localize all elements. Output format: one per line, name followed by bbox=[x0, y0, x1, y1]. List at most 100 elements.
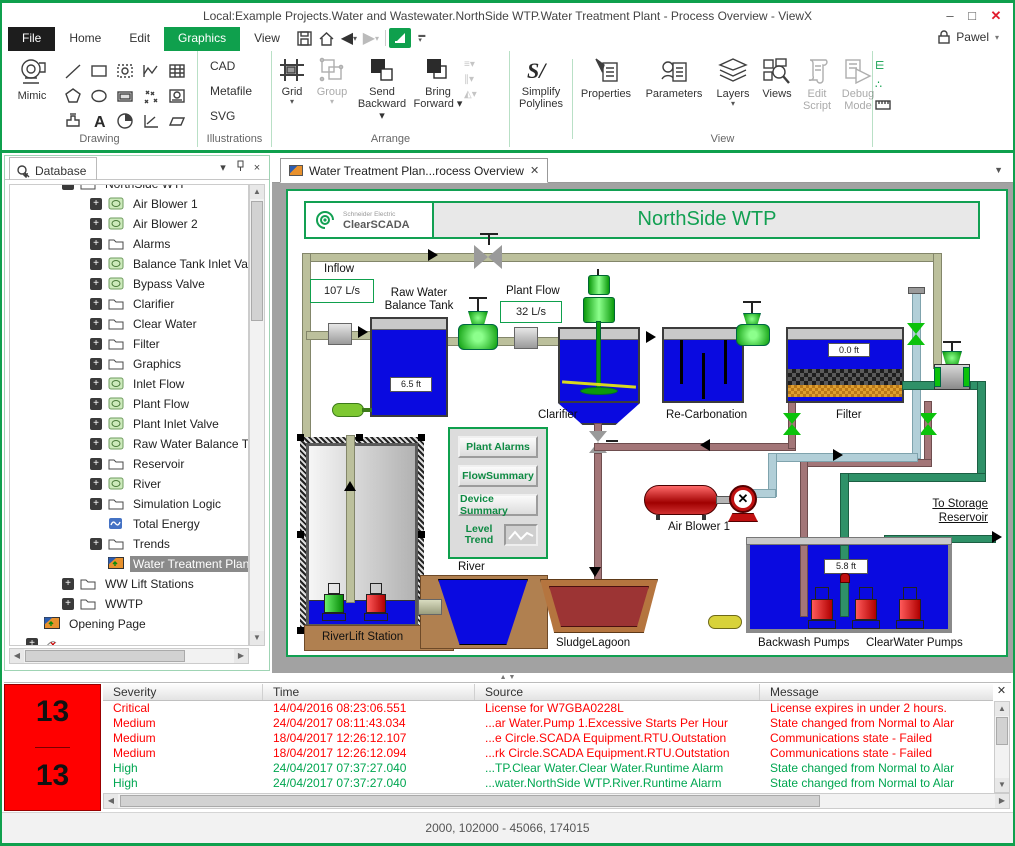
simplify-polylines-button[interactable]: S/ Simplify Polylines bbox=[512, 57, 570, 110]
alarm-row[interactable]: Critical14/04/2016 08:23:06.551License f… bbox=[103, 701, 993, 716]
panel-splitter[interactable]: ▲ ▼ bbox=[2, 673, 1013, 682]
tree-vertical-scrollbar[interactable]: ▲ ▼ bbox=[249, 184, 265, 646]
tree-expander-icon[interactable]: + bbox=[62, 598, 74, 610]
pie-tool-icon[interactable] bbox=[112, 108, 138, 133]
plant-flow-value[interactable]: 32 L/s bbox=[500, 301, 562, 323]
tab-close-icon[interactable]: ✕ bbox=[530, 164, 539, 177]
button-tool-icon[interactable] bbox=[112, 83, 138, 108]
animation-tool-icon[interactable] bbox=[164, 83, 190, 108]
tree-item-simulation-logic[interactable]: +Simulation Logic bbox=[10, 494, 248, 514]
level-trend-label[interactable]: Level Trend bbox=[460, 524, 498, 546]
scatter-tool-icon[interactable] bbox=[138, 83, 164, 108]
air-valve-icon[interactable] bbox=[907, 323, 925, 334]
inflow-value[interactable]: 107 L/s bbox=[310, 279, 374, 303]
tree-item-balance-tank-inlet-val[interactable]: +Balance Tank Inlet Val bbox=[10, 254, 248, 274]
align-icon[interactable]: ≡▾ bbox=[464, 59, 484, 70]
save-icon[interactable] bbox=[294, 28, 316, 48]
image-tool-icon[interactable] bbox=[112, 58, 138, 83]
tree-expander-icon[interactable]: + bbox=[90, 398, 102, 410]
tree-item-filter[interactable]: +Filter bbox=[10, 334, 248, 354]
scroll-left-icon[interactable]: ◀ bbox=[104, 794, 118, 808]
home-icon[interactable] bbox=[316, 28, 338, 48]
tree-item-water-treatment-plan[interactable]: Water Treatment Plan bbox=[10, 554, 248, 574]
tree-expander-icon[interactable]: + bbox=[90, 378, 102, 390]
mimic-nav-plant-alarms[interactable]: Plant Alarms bbox=[458, 436, 538, 458]
tree-expander-icon[interactable]: + bbox=[90, 338, 102, 350]
tree-expander-icon[interactable]: + bbox=[90, 498, 102, 510]
tree-item-inlet-flow[interactable]: +Inlet Flow bbox=[10, 374, 248, 394]
column-source[interactable]: Source bbox=[475, 684, 760, 700]
alarm-row[interactable]: High24/04/2017 07:37:27.040...water.Nort… bbox=[103, 776, 993, 791]
minimize-button[interactable]: – bbox=[939, 7, 961, 25]
ellipse-tool-icon[interactable] bbox=[86, 83, 112, 108]
scroll-up-icon[interactable]: ▲ bbox=[250, 185, 264, 199]
tree-item-graphics[interactable]: +Graphics bbox=[10, 354, 248, 374]
tree-expander-icon[interactable]: + bbox=[90, 538, 102, 550]
polyline-tool-icon[interactable] bbox=[164, 108, 190, 133]
debug-mode-button[interactable]: Debug Mode bbox=[837, 57, 879, 112]
tree-item-clear-water[interactable]: +Clear Water bbox=[10, 314, 248, 334]
tree-item-trends[interactable]: +Trends bbox=[10, 534, 248, 554]
customize-toolbar-icon[interactable]: ▬▾ bbox=[411, 28, 433, 48]
filter-tank[interactable] bbox=[786, 327, 904, 403]
tree-expander-icon[interactable]: + bbox=[90, 418, 102, 430]
tree-expander-icon[interactable]: + bbox=[90, 198, 102, 210]
scroll-left-icon[interactable]: ◀ bbox=[10, 649, 24, 663]
tree-expander-icon[interactable]: + bbox=[90, 458, 102, 470]
menu-tab-edit[interactable]: Edit bbox=[115, 27, 164, 51]
plant-inlet-valve[interactable] bbox=[458, 324, 498, 350]
grid-tool-icon[interactable] bbox=[164, 58, 190, 83]
recarbonation-tank[interactable] bbox=[662, 327, 744, 403]
illustrations-item-svg[interactable]: SVG bbox=[198, 103, 262, 128]
tree-item-river[interactable]: +River bbox=[10, 474, 248, 494]
maximize-button[interactable]: □ bbox=[961, 7, 983, 25]
distribute-icon[interactable]: ∥▾ bbox=[464, 74, 484, 85]
user-menu-caret-icon[interactable]: ▾ bbox=[995, 33, 999, 42]
line-tool-icon[interactable] bbox=[60, 58, 86, 83]
menu-tab-file[interactable]: File bbox=[8, 27, 55, 51]
polygon-tool-icon[interactable] bbox=[60, 83, 86, 108]
mimic-page[interactable]: Schneider Electric ClearSCADA NorthSide … bbox=[286, 189, 1008, 657]
clarifier-valve-icon[interactable] bbox=[589, 431, 607, 442]
tree-item-alarms[interactable]: +Alarms bbox=[10, 234, 248, 254]
database-tab[interactable]: Database bbox=[9, 157, 97, 180]
tree-expander-icon[interactable]: + bbox=[62, 578, 74, 590]
forward-icon[interactable]: ▶▾ bbox=[360, 28, 382, 48]
recarb-valve[interactable] bbox=[736, 324, 770, 346]
scroll-right-icon[interactable]: ▶ bbox=[995, 794, 1009, 808]
waste-valve-icon[interactable] bbox=[919, 413, 937, 424]
tree-expander-icon[interactable]: + bbox=[90, 238, 102, 250]
alarm-panel-close-icon[interactable]: ✕ bbox=[994, 684, 1009, 699]
mimic-nav-flowsummary[interactable]: FlowSummary bbox=[458, 465, 538, 487]
column-time[interactable]: Time bbox=[263, 684, 475, 700]
flow-meter[interactable] bbox=[332, 403, 364, 417]
tree-item-ww-lift-stations[interactable]: +WW Lift Stations bbox=[10, 574, 248, 594]
alarm-row[interactable]: Medium18/04/2017 12:26:12.107...e Circle… bbox=[103, 731, 993, 746]
level-trend-icon[interactable] bbox=[504, 524, 538, 546]
tree-item-wwtp[interactable]: +WWTP bbox=[10, 594, 248, 614]
butterfly-valve-icon[interactable] bbox=[474, 245, 488, 269]
pipe-tool-icon[interactable] bbox=[60, 108, 86, 133]
menu-tab-home[interactable]: Home bbox=[55, 27, 115, 51]
tree-expander-icon[interactable]: + bbox=[90, 318, 102, 330]
tree-item[interactable]: +× bbox=[10, 634, 248, 646]
back-icon[interactable]: ◀▾ bbox=[338, 28, 360, 48]
user-name[interactable]: Pawel bbox=[956, 30, 989, 44]
tab-list-caret-icon[interactable]: ▼ bbox=[994, 165, 1003, 175]
menu-tab-view[interactable]: View bbox=[240, 27, 294, 51]
clearwater-pump-2[interactable] bbox=[896, 587, 924, 629]
tree-expander-icon[interactable]: + bbox=[90, 258, 102, 270]
grid-button[interactable]: Grid▾ bbox=[274, 57, 310, 105]
rectangle-tool-icon[interactable] bbox=[86, 58, 112, 83]
clarifier-motor[interactable] bbox=[583, 297, 615, 323]
tree-item-air-blower-2[interactable]: +Air Blower 2 bbox=[10, 214, 248, 234]
tree-expander-icon[interactable]: + bbox=[90, 218, 102, 230]
lift-pump-red[interactable] bbox=[364, 583, 388, 621]
tree-expander-icon[interactable]: + bbox=[90, 438, 102, 450]
menu-tab-graphics[interactable]: Graphics bbox=[164, 27, 240, 51]
trend-tool-icon[interactable] bbox=[138, 58, 164, 83]
alarm-row[interactable]: High24/04/2017 07:37:27.040...TP.Clear W… bbox=[103, 761, 993, 776]
axes-tool-icon[interactable] bbox=[138, 108, 164, 133]
tree-item-reservoir[interactable]: +Reservoir bbox=[10, 454, 248, 474]
clearwater-pump-1[interactable] bbox=[852, 587, 880, 629]
